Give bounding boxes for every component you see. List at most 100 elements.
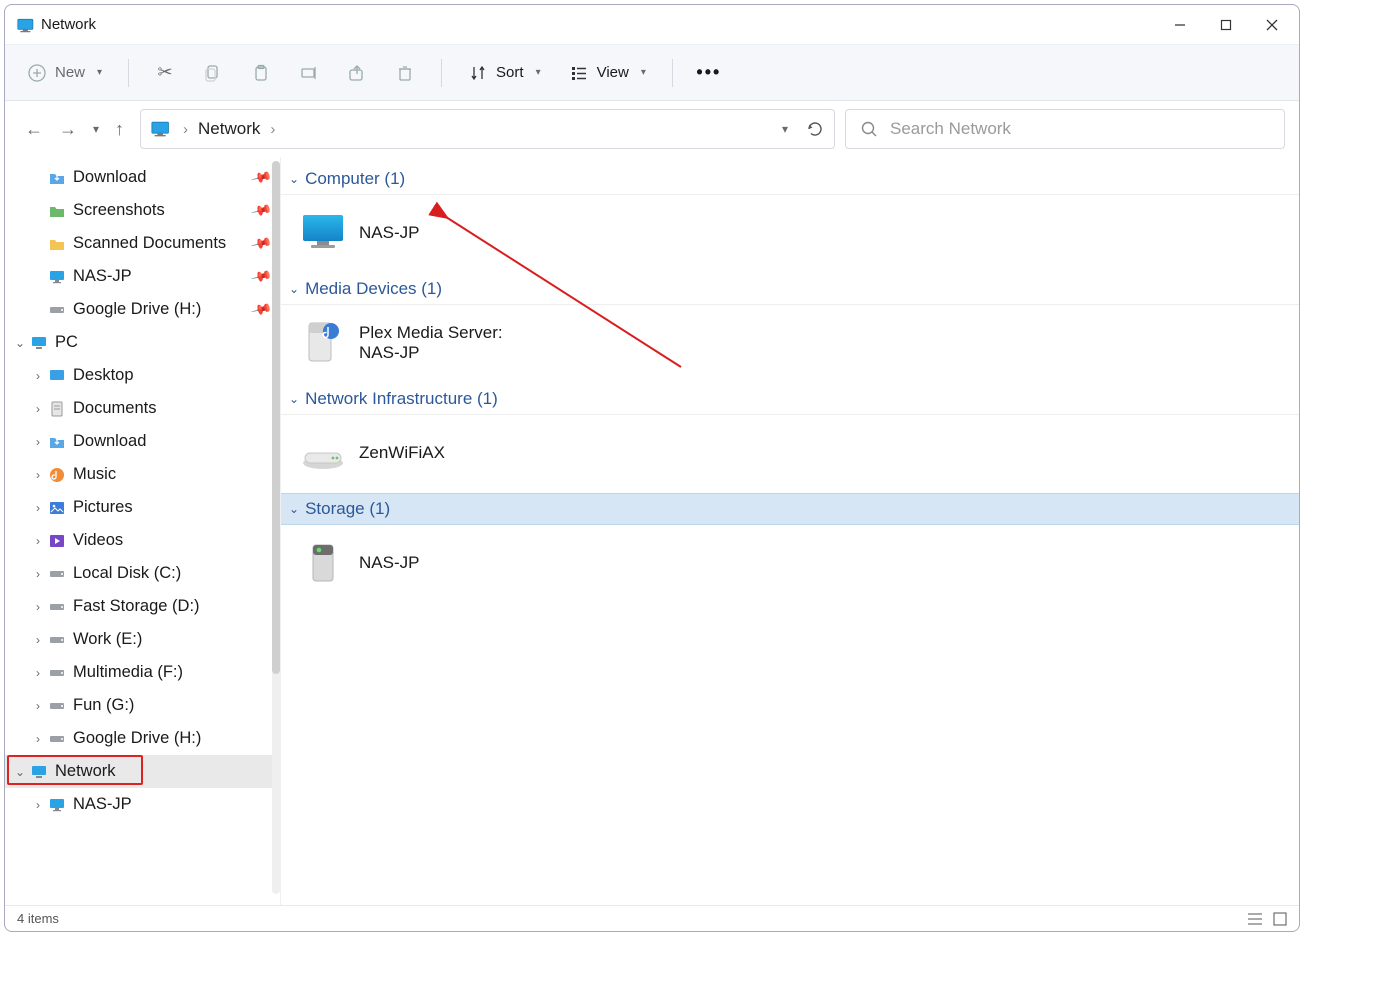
back-button[interactable]: ← [25,119,43,140]
tree-label: Work (E:) [73,630,142,649]
chevron-right-icon[interactable]: › [29,567,47,581]
tree-item-multimedia-f-[interactable]: › Multimedia (F:) [5,656,280,689]
chevron-right-icon[interactable]: › [29,468,47,482]
pc-icon [29,333,49,353]
chevron-down-icon: ⌄ [289,172,299,186]
maximize-button[interactable] [1203,5,1249,45]
paste-button[interactable] [243,57,279,89]
tree-label: NAS-JP [73,795,132,814]
address-dropdown[interactable]: ▾ [782,122,788,136]
chevron-down-icon[interactable]: ⌄ [11,765,29,779]
list-item[interactable]: Plex Media Server: NAS-JP [299,315,1299,371]
history-dropdown[interactable]: ▾ [93,122,99,136]
forward-button[interactable]: → [59,119,77,140]
tree-item-music[interactable]: › Music [5,458,280,491]
tree-item-fun-g-[interactable]: › Fun (G:) [5,689,280,722]
view-button[interactable]: View ▾ [561,57,654,89]
tree-item-pc[interactable]: ⌄ PC [5,326,280,359]
tree-label: Local Disk (C:) [73,564,181,583]
tree-item-screenshots[interactable]: Screenshots 📌 [5,194,280,227]
chevron-right-icon[interactable]: › [29,402,47,416]
tree-item-nas-jp[interactable]: NAS-JP 📌 [5,260,280,293]
delete-button[interactable] [387,57,423,89]
cut-button[interactable]: ✂ [147,57,183,89]
item-label: Plex Media Server: [359,323,503,343]
group-header[interactable]: ⌄ Computer (1) [281,163,1299,195]
chevron-right-icon[interactable]: › [29,501,47,515]
breadcrumb[interactable]: Network [198,119,260,139]
view-icon [569,63,589,83]
pin-icon: 📌 [249,298,273,321]
item-label: NAS-JP [359,553,419,572]
chevron-right-icon[interactable]: › [29,369,47,383]
details-view-button[interactable] [1247,912,1263,926]
tree-label: Network [55,762,116,781]
status-bar: 4 items [5,905,1299,931]
chevron-down-icon: ⌄ [289,502,299,516]
chevron-right-icon[interactable]: › [29,666,47,680]
tree-item-documents[interactable]: › Documents [5,392,280,425]
monitor-icon [47,267,67,287]
pin-icon: 📌 [249,265,273,288]
folder-green-icon [47,201,67,221]
thumbnails-view-button[interactable] [1273,912,1287,926]
sort-icon [468,63,488,83]
tree-item-download[interactable]: › Download [5,425,280,458]
search-input[interactable] [888,118,1270,140]
toolbar-separator [128,59,129,87]
new-button[interactable]: New ▾ [19,57,110,89]
chevron-right-icon[interactable]: › [29,732,47,746]
copy-icon [203,63,223,83]
minimize-button[interactable] [1157,5,1203,45]
chevron-right-icon[interactable]: › [29,798,47,812]
group-header[interactable]: ⌄ Media Devices (1) [281,273,1299,305]
folder-icon [47,234,67,254]
refresh-button[interactable] [806,120,824,138]
chevron-right-icon[interactable]: › [29,534,47,548]
list-item[interactable]: ZenWiFiAX [299,425,1299,481]
search-box[interactable] [845,109,1285,149]
drive-icon [47,630,67,650]
sidebar-scrollbar[interactable] [272,161,280,894]
chevron-right-icon[interactable]: › [29,600,47,614]
tree-label: Scanned Documents [73,234,226,253]
tree-item-nas-jp[interactable]: › NAS-JP [5,788,280,821]
tree-item-google-drive-h-[interactable]: › Google Drive (H:) [5,722,280,755]
tree-label: NAS-JP [73,267,132,286]
pictures-icon [47,498,67,518]
chevron-right-icon[interactable]: › [29,435,47,449]
tree-item-work-e-[interactable]: › Work (E:) [5,623,280,656]
item-label: NAS-JP [359,223,419,242]
item-label-2: NAS-JP [359,343,503,363]
rename-button[interactable] [291,57,327,89]
tree-item-fast-storage-d-[interactable]: › Fast Storage (D:) [5,590,280,623]
chevron-down-icon: ▾ [97,67,102,78]
chevron-right-icon[interactable]: › [29,633,47,647]
network-icon [29,762,49,782]
tree-item-network[interactable]: ⌄ Network [5,755,280,788]
tree-item-scanned-documents[interactable]: Scanned Documents 📌 [5,227,280,260]
tree-item-pictures[interactable]: › Pictures [5,491,280,524]
tree-item-local-disk-c-[interactable]: › Local Disk (C:) [5,557,280,590]
pin-icon: 📌 [249,166,273,189]
list-item[interactable]: NAS-JP [299,535,1299,591]
up-button[interactable]: ↑ [115,119,124,140]
share-button[interactable] [339,57,375,89]
tree-item-desktop[interactable]: › Desktop [5,359,280,392]
tree-item-google-drive-h-[interactable]: Google Drive (H:) 📌 [5,293,280,326]
list-item[interactable]: NAS-JP [299,205,1299,261]
close-button[interactable] [1249,5,1295,45]
chevron-down-icon[interactable]: ⌄ [11,336,29,350]
item-label: ZenWiFiAX [359,443,445,462]
address-bar[interactable]: › Network › ▾ [140,109,835,149]
group-header[interactable]: ⌄ Network Infrastructure (1) [281,383,1299,415]
chevron-right-icon[interactable]: › [29,699,47,713]
tree-item-videos[interactable]: › Videos [5,524,280,557]
more-button[interactable]: ••• [691,57,727,89]
sort-button[interactable]: Sort ▾ [460,57,549,89]
search-icon [860,120,878,138]
copy-button[interactable] [195,57,231,89]
group-header[interactable]: ⌄ Storage (1) [281,493,1299,525]
tree-item-download[interactable]: Download 📌 [5,161,280,194]
scissors-icon: ✂ [155,63,175,83]
